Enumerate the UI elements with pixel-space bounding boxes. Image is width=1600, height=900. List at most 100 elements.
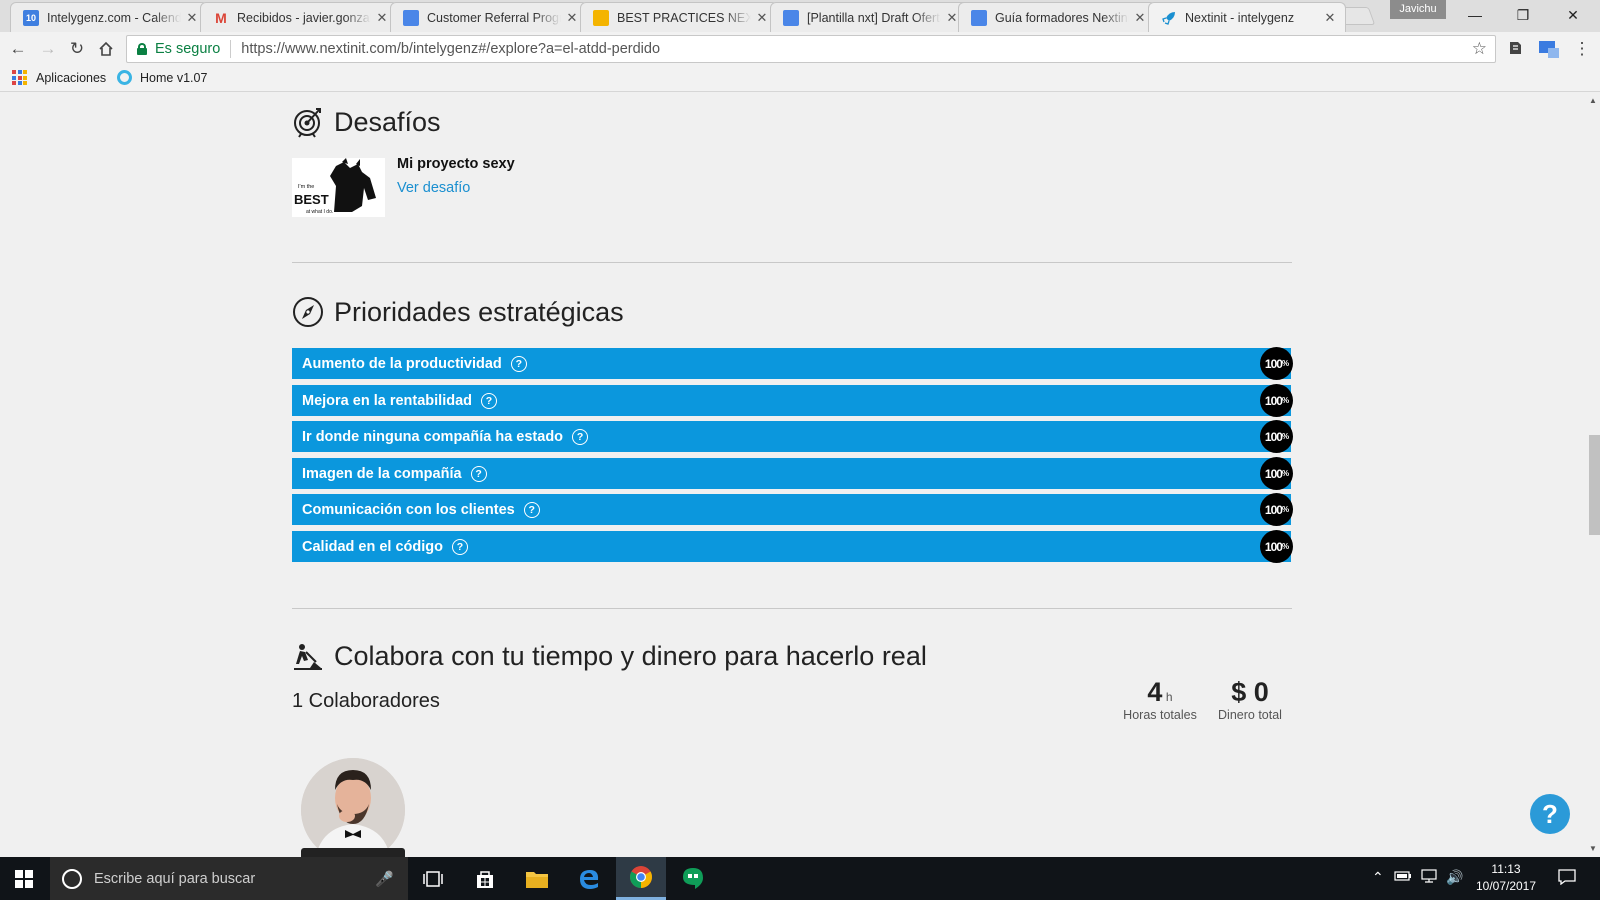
taskbar-clock[interactable]: 11:13 10/07/2017 [1470,861,1542,895]
microphone-icon[interactable]: 🎤 [375,870,394,888]
priority-percentage-badge: 100% [1260,493,1293,526]
bookmark-star-icon[interactable]: ☆ [1472,39,1487,59]
bookmark-apps[interactable]: Aplicaciones [12,70,106,85]
network-icon[interactable] [1420,869,1438,886]
priority-label: Calidad en el código [302,538,443,555]
edge-icon[interactable] [564,857,614,900]
hangouts-icon[interactable] [668,857,718,900]
scroll-thumb[interactable] [1589,435,1600,535]
task-view-icon[interactable] [408,857,458,900]
priority-unit: % [1281,359,1289,368]
tray-chevron-icon[interactable]: ⌃ [1372,869,1384,886]
reload-icon[interactable]: ↻ [65,37,89,61]
priority-unit: % [1281,432,1289,441]
browser-tab[interactable]: BEST PRACTICES NEXTINIT ✕ [580,2,778,32]
close-window-icon[interactable]: ✕ [1550,0,1596,30]
money-value: $ 0 [1231,677,1269,707]
tab-close-icon[interactable]: ✕ [1323,10,1337,26]
priority-row: Aumento de la productividad? 100% [292,347,1293,380]
home-icon[interactable] [94,37,118,61]
store-icon[interactable] [460,857,510,900]
priority-percentage-badge: 100% [1260,420,1293,453]
hours-label: Horas totales [1123,708,1197,722]
minimize-icon[interactable]: — [1452,0,1498,30]
priority-value: 100 [1264,393,1283,408]
tab-close-icon[interactable]: ✕ [375,10,389,26]
bookmark-home[interactable]: Home v1.07 [117,70,207,85]
help-fab-button[interactable]: ? [1530,794,1570,834]
collaborator-avatar[interactable] [301,758,405,857]
browser-tab[interactable]: [Plantilla nxt] Draft Oferta ✕ [770,2,968,32]
evernote-extension-icon[interactable] [1506,39,1526,59]
help-circle-icon[interactable]: ? [572,428,589,445]
hours-unit: h [1165,690,1173,704]
lock-icon [137,43,147,55]
tab-close-icon[interactable]: ✕ [945,10,959,26]
priority-unit: % [1281,542,1289,551]
browser-tab[interactable]: M Recibidos - javier.gonzalez ✕ [200,2,398,32]
collaborators-count: 1 Colaboradores [292,690,440,712]
money-stat: $ 0 Dinero total [1212,677,1288,722]
start-button[interactable] [0,857,48,900]
tab-close-icon[interactable]: ✕ [755,10,769,26]
help-circle-icon[interactable]: ? [481,392,498,409]
priority-label: Mejora en la rentabilidad [302,392,473,409]
help-circle-icon[interactable]: ? [523,501,540,518]
action-center-icon[interactable] [1558,869,1576,888]
file-explorer-icon[interactable] [512,857,562,900]
battery-icon[interactable] [1394,869,1412,885]
bookmark-label: Aplicaciones [36,70,107,85]
priority-label: Comunicación con los clientes [302,501,515,518]
volume-icon[interactable]: 🔊 [1446,869,1463,886]
forward-arrow-icon[interactable]: → [36,37,60,61]
back-arrow-icon[interactable]: ← [6,37,30,61]
calendar-icon: 10 [23,9,39,26]
hours-value: 4 [1147,677,1163,707]
help-circle-icon[interactable]: ? [510,355,527,372]
help-circle-icon[interactable]: ? [452,538,468,555]
profile-badge[interactable]: Javichu [1390,0,1446,19]
priority-row: Calidad en el código? 100% [292,530,1293,563]
bookmark-label: Home v1.07 [140,70,208,85]
browser-tab-strip: 10 Intelygenz.com - Calendar ✕ M Recibidos -… [0,0,1600,32]
tab-close-icon[interactable]: ✕ [185,10,199,26]
tab-title: Customer Referral Program [427,10,561,25]
page-scrollbar[interactable]: ▲ ▼ [1586,92,1600,857]
restore-icon[interactable]: ❐ [1500,0,1546,30]
page-content: Desafíos I'm the BEST at what I do. Mi p… [0,92,1586,857]
address-bar[interactable]: Es seguro https://www.nextinit.com/b/int… [126,35,1496,63]
scroll-down-icon[interactable]: ▼ [1589,844,1597,853]
browser-tab[interactable]: Customer Referral Program ✕ [390,2,588,32]
scroll-up-icon[interactable]: ▲ [1589,96,1597,105]
priority-value: 100 [1264,466,1283,481]
url-text[interactable]: https://www.nextinit.com/b/intelygenz#/e… [241,41,660,57]
priority-row: Ir donde ninguna compañía ha estado? 100% [292,420,1293,453]
priority-label: Aumento de la productividad [302,355,502,372]
cortana-icon [62,868,82,889]
browser-tab[interactable]: Nextinit - intelygenz ✕ [1148,2,1346,32]
menu-kebab-icon[interactable]: ⋮ [1570,37,1594,61]
cast-extension-icon[interactable] [1538,39,1559,59]
chrome-icon[interactable] [616,857,666,900]
priority-percentage-badge: 100% [1260,530,1293,563]
tab-close-icon[interactable]: ✕ [1133,10,1147,26]
section-divider [292,608,1292,609]
gmail-icon: M [215,9,227,26]
browser-toolbar: ← → ↻ Es seguro https://www.nextinit.com… [0,32,1600,66]
priority-value: 100 [1264,356,1283,371]
thumb-text-3: at what I do. [306,209,333,215]
tab-title: Nextinit - intelygenz [1185,10,1295,25]
tab-title: Guía formadores Nextinit [995,10,1129,25]
priority-unit: % [1281,505,1289,514]
avatar-name-tag [301,848,405,857]
worker-shovel-icon [294,644,322,670]
challenges-header: Desafíos [292,106,441,138]
challenge-thumbnail[interactable]: I'm the BEST at what I do. [292,158,385,217]
browser-tab[interactable]: 10 Intelygenz.com - Calendar ✕ [10,2,208,32]
collaborate-header: Colabora con tu tiempo y dinero para hac… [292,640,927,672]
browser-tab[interactable]: Guía formadores Nextinit ✕ [958,2,1156,32]
help-circle-icon[interactable]: ? [470,465,487,482]
tab-close-icon[interactable]: ✕ [565,10,579,26]
taskbar-search[interactable]: Escribe aquí para buscar 🎤 [50,857,408,900]
view-challenge-link[interactable]: Ver desafío [397,180,470,196]
